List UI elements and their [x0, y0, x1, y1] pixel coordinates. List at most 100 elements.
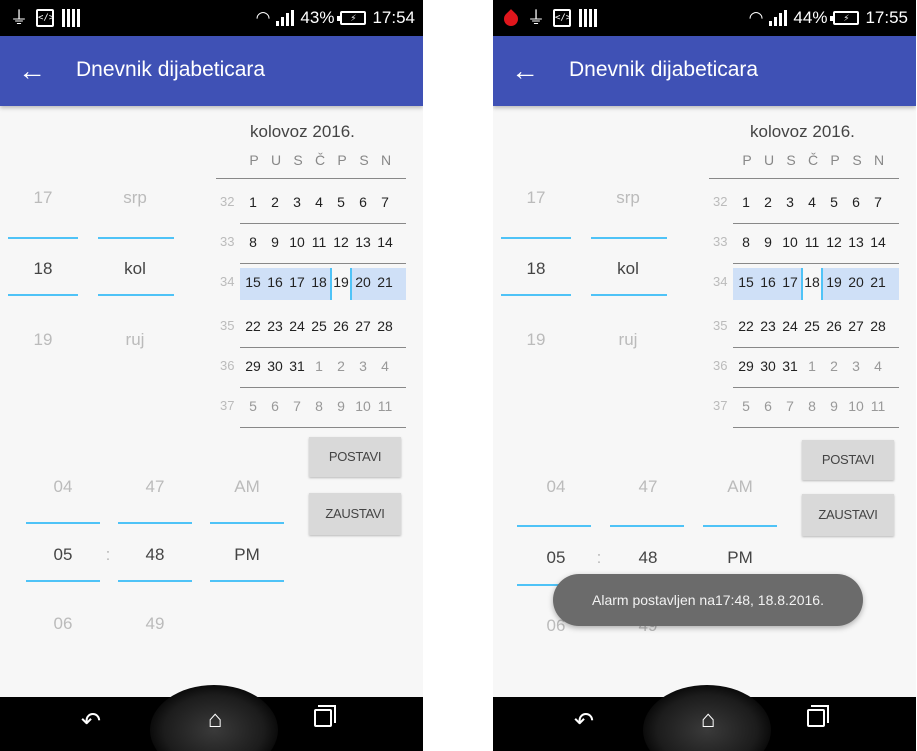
hour-picker-prev[interactable]: 04 [531, 477, 581, 497]
calendar-day[interactable]: 29 [242, 358, 264, 374]
ampm-picker-selected[interactable]: PM [222, 545, 272, 565]
hour-picker-selected[interactable]: 05 [38, 545, 88, 565]
ampm-picker-prev[interactable]: AM [222, 477, 272, 497]
calendar-day[interactable]: 26 [823, 318, 845, 334]
ampm-picker-prev[interactable]: AM [715, 477, 765, 497]
calendar-day[interactable]: 10 [779, 234, 801, 250]
calendar-day[interactable]: 30 [757, 358, 779, 374]
calendar-day[interactable]: 15 [735, 274, 757, 290]
calendar-day[interactable]: 22 [735, 318, 757, 334]
calendar-day[interactable]: 20 [845, 274, 867, 290]
back-arrow-icon[interactable]: ← [18, 54, 52, 88]
calendar-day[interactable]: 8 [242, 234, 264, 250]
calendar-day[interactable]: 24 [779, 318, 801, 334]
calendar-day[interactable]: 26 [330, 318, 352, 334]
calendar-day-other-month[interactable]: 8 [801, 398, 823, 414]
nav-recents-icon[interactable] [807, 705, 829, 727]
day-picker-prev[interactable]: 17 [18, 188, 68, 208]
calendar-day-other-month[interactable]: 4 [867, 358, 889, 374]
calendar-day[interactable]: 19 [823, 274, 845, 290]
calendar-day-other-month[interactable]: 1 [308, 358, 330, 374]
calendar-day[interactable]: 24 [286, 318, 308, 334]
calendar-day[interactable]: 29 [735, 358, 757, 374]
calendar-day[interactable]: 31 [779, 358, 801, 374]
calendar-day-other-month[interactable]: 10 [845, 398, 867, 414]
calendar-day-other-month[interactable]: 11 [374, 398, 396, 414]
calendar-day[interactable]: 3 [286, 194, 308, 210]
calendar-day[interactable]: 22 [242, 318, 264, 334]
calendar-day[interactable]: 9 [757, 234, 779, 250]
calendar-day-other-month[interactable]: 3 [845, 358, 867, 374]
nav-home-icon[interactable]: ⌂ [198, 706, 232, 734]
calendar-day[interactable]: 23 [264, 318, 286, 334]
calendar-day[interactable]: 2 [757, 194, 779, 210]
calendar-day[interactable]: 16 [757, 274, 779, 290]
calendar-day[interactable]: 4 [801, 194, 823, 210]
stop-alarm-button[interactable]: ZAUSTAVI [309, 493, 401, 535]
calendar-day[interactable]: 11 [308, 234, 330, 250]
calendar-day[interactable]: 18 [308, 274, 330, 290]
calendar-day-other-month[interactable]: 5 [735, 398, 757, 414]
day-picker-next[interactable]: 19 [511, 330, 561, 350]
calendar-day[interactable]: 15 [242, 274, 264, 290]
calendar-day-other-month[interactable]: 7 [286, 398, 308, 414]
month-picker-selected[interactable]: kol [598, 259, 658, 279]
calendar-day[interactable]: 6 [352, 194, 374, 210]
calendar-day[interactable]: 13 [845, 234, 867, 250]
month-picker-next[interactable]: ruj [105, 330, 165, 350]
calendar-day[interactable]: 12 [823, 234, 845, 250]
calendar-day[interactable]: 11 [801, 234, 823, 250]
calendar-day[interactable]: 2 [264, 194, 286, 210]
calendar-day[interactable]: 23 [757, 318, 779, 334]
calendar-day[interactable]: 1 [735, 194, 757, 210]
stop-alarm-button[interactable]: ZAUSTAVI [802, 494, 894, 536]
minute-picker-selected[interactable]: 48 [623, 548, 673, 568]
hour-picker-prev[interactable]: 04 [38, 477, 88, 497]
calendar-day[interactable]: 20 [352, 274, 374, 290]
calendar-day[interactable]: 5 [330, 194, 352, 210]
set-alarm-button[interactable]: POSTAVI [802, 440, 894, 480]
calendar-day[interactable]: 17 [779, 274, 801, 290]
calendar-day-other-month[interactable]: 7 [779, 398, 801, 414]
month-picker-selected[interactable]: kol [105, 259, 165, 279]
minute-picker-next[interactable]: 49 [130, 614, 180, 634]
set-alarm-button[interactable]: POSTAVI [309, 437, 401, 477]
month-picker-prev[interactable]: srp [105, 188, 165, 208]
calendar-day[interactable]: 5 [823, 194, 845, 210]
calendar-day[interactable]: 12 [330, 234, 352, 250]
calendar-day[interactable]: 7 [374, 194, 396, 210]
calendar-day-other-month[interactable]: 2 [823, 358, 845, 374]
calendar-day[interactable]: 21 [867, 274, 889, 290]
month-picker-prev[interactable]: srp [598, 188, 658, 208]
calendar-day-other-month[interactable]: 1 [801, 358, 823, 374]
nav-recents-icon[interactable] [314, 705, 336, 727]
calendar-day[interactable]: 14 [374, 234, 396, 250]
calendar-day[interactable]: 28 [374, 318, 396, 334]
month-picker-next[interactable]: ruj [598, 330, 658, 350]
calendar-day[interactable]: 8 [735, 234, 757, 250]
calendar-day[interactable]: 9 [264, 234, 286, 250]
calendar-day-other-month[interactable]: 11 [867, 398, 889, 414]
nav-home-icon[interactable]: ⌂ [691, 706, 725, 734]
calendar-day[interactable]: 3 [779, 194, 801, 210]
calendar-day-other-month[interactable]: 6 [757, 398, 779, 414]
calendar-day[interactable]: 14 [867, 234, 889, 250]
calendar-day-other-month[interactable]: 6 [264, 398, 286, 414]
calendar-day[interactable]: 30 [264, 358, 286, 374]
day-picker-selected[interactable]: 18 [511, 259, 561, 279]
calendar-day[interactable]: 31 [286, 358, 308, 374]
calendar-day[interactable]: 16 [264, 274, 286, 290]
calendar-day[interactable]: 27 [845, 318, 867, 334]
calendar-day-other-month[interactable]: 4 [374, 358, 396, 374]
hour-picker-next[interactable]: 06 [38, 614, 88, 634]
calendar-day-other-month[interactable]: 9 [330, 398, 352, 414]
calendar-day-other-month[interactable]: 5 [242, 398, 264, 414]
day-picker-prev[interactable]: 17 [511, 188, 561, 208]
hour-picker-selected[interactable]: 05 [531, 548, 581, 568]
calendar-day[interactable]: 13 [352, 234, 374, 250]
calendar-day[interactable]: 10 [286, 234, 308, 250]
calendar-day[interactable]: 21 [374, 274, 396, 290]
calendar-day[interactable]: 25 [801, 318, 823, 334]
nav-back-icon[interactable]: ↶ [74, 707, 108, 736]
calendar-day-selected[interactable]: 18 [801, 274, 823, 290]
